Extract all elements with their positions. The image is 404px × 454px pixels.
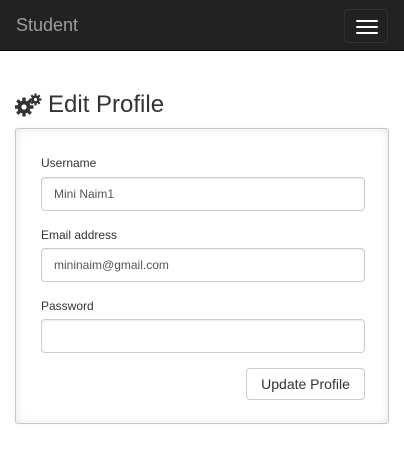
update-profile-button[interactable]: Update Profile: [246, 368, 365, 400]
password-label: Password: [41, 299, 94, 313]
edit-profile-form: Username Mini Naim1 Email address minina…: [15, 128, 389, 424]
email-input[interactable]: mininaim@gmail.com: [41, 248, 365, 282]
page-heading: Edit Profile: [15, 90, 164, 120]
hamburger-icon: [356, 20, 378, 22]
email-label: Email address: [41, 228, 118, 242]
hamburger-icon-bar: [356, 32, 378, 34]
hamburger-icon-bar: [356, 26, 378, 28]
navbar: Student: [0, 0, 404, 51]
username-label: Username: [41, 156, 97, 170]
username-input[interactable]: Mini Naim1: [41, 177, 365, 211]
gears-icon: [15, 93, 42, 117]
menu-toggle-button[interactable]: [344, 9, 388, 43]
page-title: Edit Profile: [48, 91, 165, 118]
password-input[interactable]: [41, 319, 365, 353]
brand-link[interactable]: Student: [16, 14, 78, 36]
